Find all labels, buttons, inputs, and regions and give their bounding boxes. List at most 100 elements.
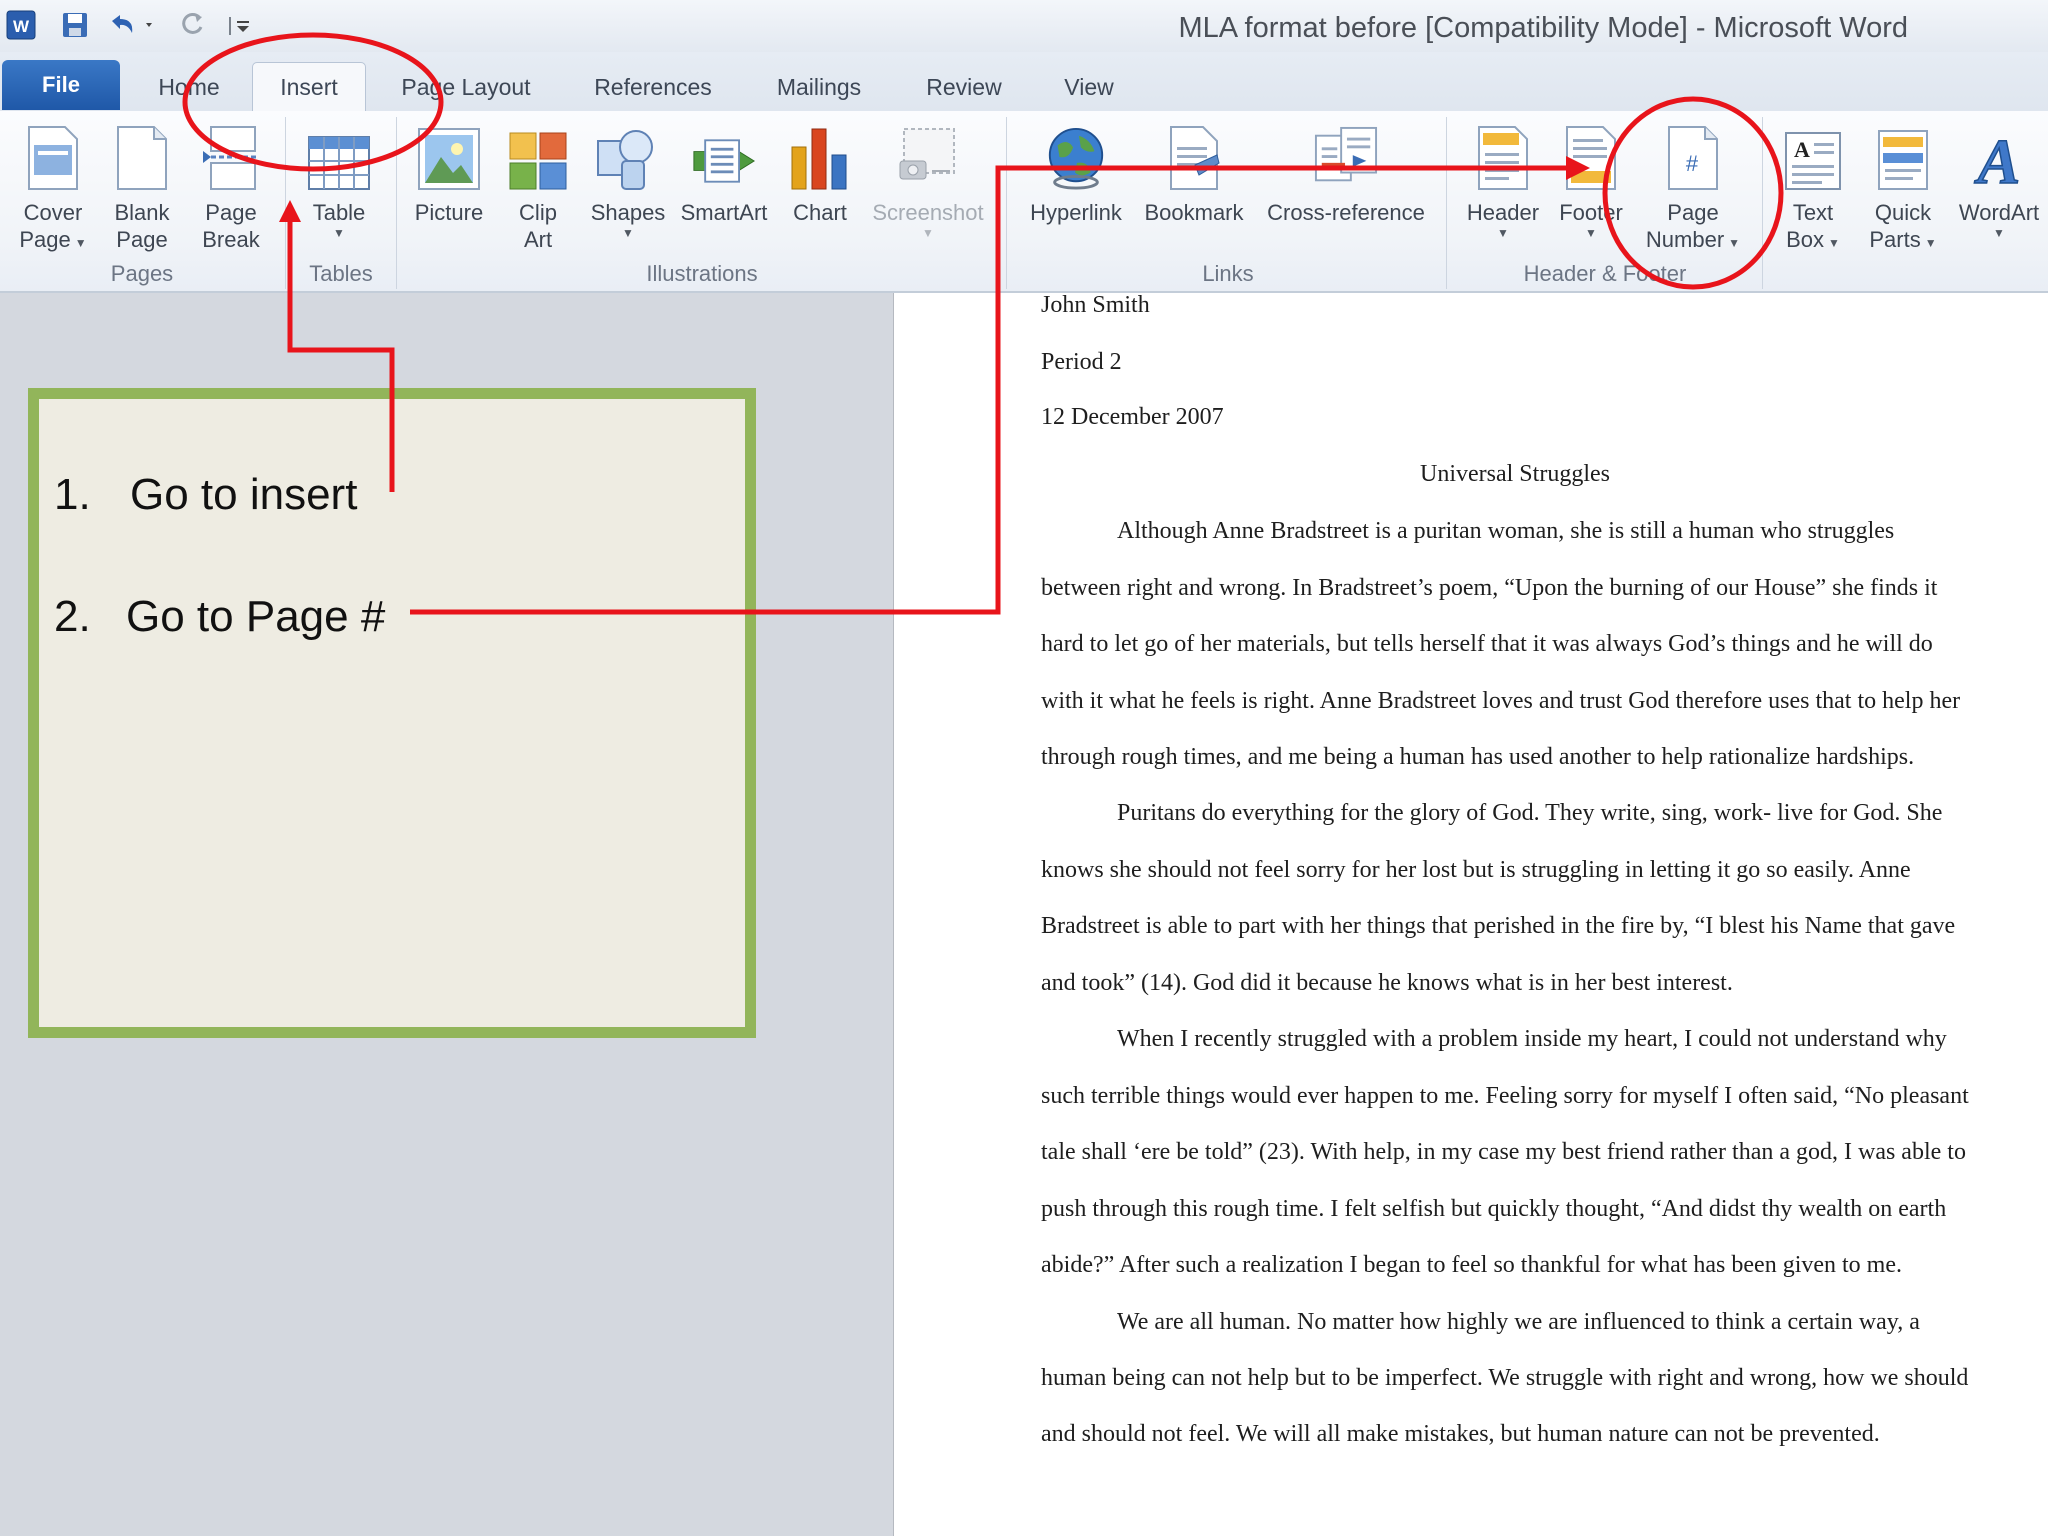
doc-date[interactable]: 12 December 2007 xyxy=(1041,404,1224,431)
picture-icon xyxy=(417,119,481,191)
smartart-button[interactable]: SmartArt xyxy=(674,119,774,226)
chevron-down-icon: ▼ xyxy=(1828,236,1840,250)
bar-chart-icon xyxy=(788,119,852,191)
step-text: Go to insert xyxy=(130,470,358,519)
blank-page-button[interactable]: Blank Page xyxy=(104,119,180,253)
table-icon xyxy=(307,119,371,191)
page-break-label: Page xyxy=(205,200,257,225)
chevron-down-icon: ▼ xyxy=(622,226,634,240)
cross-reference-button[interactable]: Cross-reference xyxy=(1258,119,1434,226)
tab-file[interactable]: File xyxy=(2,60,120,110)
group-separator xyxy=(1762,117,1763,289)
group-label-illustrations: Illustrations xyxy=(646,261,758,286)
tab-mailings[interactable]: Mailings xyxy=(762,62,876,112)
quick-parts-label: Quick xyxy=(1874,200,1932,225)
doc-paragraph-line[interactable]: and took” (14). God did it because he kn… xyxy=(1041,970,1733,997)
doc-paragraph-line[interactable]: Although Anne Bradstreet is a puritan wo… xyxy=(1117,518,1894,545)
page-number-label-2: Number xyxy=(1645,227,1725,252)
clip-art-label: Clip xyxy=(519,200,557,225)
shapes-button[interactable]: Shapes ▼ xyxy=(586,119,670,240)
title-bar: W MLA format before [Compatibility Mode]… xyxy=(0,0,2048,52)
chart-button[interactable]: Chart xyxy=(780,119,860,226)
tab-references[interactable]: References xyxy=(580,62,726,112)
page-break-button[interactable]: Page Break xyxy=(192,119,270,253)
cover-page-button[interactable]: Cover Page ▼ xyxy=(10,119,96,257)
doc-author[interactable]: John Smith xyxy=(1041,292,1150,319)
redo-icon[interactable] xyxy=(176,8,210,42)
doc-paragraph-line[interactable]: with it what he feels is right. Anne Bra… xyxy=(1041,688,1960,715)
doc-paragraph-line[interactable]: human being can not help but to be imper… xyxy=(1041,1365,1968,1392)
tab-insert[interactable]: Insert xyxy=(252,62,366,112)
page-number-button[interactable]: # Page Number ▼ xyxy=(1634,119,1752,257)
blank-page-label: Blank xyxy=(114,200,170,225)
doc-paragraph-line[interactable]: hard to let go of her materials, but tel… xyxy=(1041,631,1933,658)
picture-button[interactable]: Picture xyxy=(404,119,494,226)
screenshot-icon xyxy=(896,119,960,191)
text-box-label: Text xyxy=(1792,200,1834,225)
header-button[interactable]: Header ▼ xyxy=(1456,119,1550,240)
doc-paragraph-line[interactable]: push through this rough time. I felt sel… xyxy=(1041,1196,1946,1223)
tab-view[interactable]: View xyxy=(1050,62,1128,112)
doc-title[interactable]: Universal Struggles xyxy=(1420,461,1610,488)
clip-art-icon xyxy=(506,119,570,191)
tab-review[interactable]: Review xyxy=(912,62,1016,112)
doc-paragraph-line[interactable]: We are all human. No matter how highly w… xyxy=(1117,1309,1920,1336)
table-button[interactable]: Table ▼ xyxy=(298,119,380,240)
doc-paragraph-line[interactable]: Bradstreet is able to part with her thin… xyxy=(1041,913,1955,940)
ribbon-insert: Cover Page ▼ Blank Page Page Break Pages Tab… xyxy=(0,111,2048,293)
svg-text:A: A xyxy=(1794,137,1810,162)
doc-paragraph-line[interactable]: When I recently struggled with a problem… xyxy=(1117,1026,1947,1053)
footer-label: Footer xyxy=(1559,200,1623,225)
chevron-down-icon: ▼ xyxy=(333,226,345,240)
hyperlink-button[interactable]: Hyperlink xyxy=(1016,119,1136,226)
smartart-label: SmartArt xyxy=(680,200,768,225)
text-box-label-2: Box xyxy=(1786,227,1825,252)
clip-art-label-2: Art xyxy=(523,227,553,252)
tab-page-layout[interactable]: Page Layout xyxy=(388,62,544,112)
footer-icon xyxy=(1559,119,1623,191)
bookmark-button[interactable]: Bookmark xyxy=(1138,119,1250,226)
text-box-button[interactable]: A Text Box ▼ xyxy=(1776,119,1850,257)
group-separator xyxy=(1446,117,1447,289)
shapes-icon xyxy=(596,119,660,191)
doc-paragraph-line[interactable]: Puritans do everything for the glory of … xyxy=(1117,800,1942,827)
doc-paragraph-line[interactable]: such terrible things would ever happen t… xyxy=(1041,1083,1969,1110)
tab-home[interactable]: Home xyxy=(140,62,238,112)
chevron-down-icon: ▼ xyxy=(1924,236,1937,250)
doc-paragraph-line[interactable]: and should not feel. We will all make mi… xyxy=(1041,1421,1880,1448)
cover-page-icon xyxy=(21,119,85,191)
step-number: 2. xyxy=(54,592,91,641)
quick-parts-button[interactable]: Quick Parts ▼ xyxy=(1860,119,1946,257)
doc-paragraph-line[interactable]: through rough times, and me being a huma… xyxy=(1041,744,1914,771)
group-separator xyxy=(1006,117,1007,289)
wordart-label: WordArt xyxy=(1958,200,2040,225)
group-label-tables: Tables xyxy=(309,261,373,286)
save-icon[interactable] xyxy=(58,8,92,42)
screenshot-button[interactable]: Screenshot ▼ xyxy=(868,119,988,240)
quick-parts-icon xyxy=(1871,119,1935,191)
svg-text:A: A xyxy=(1974,129,2021,191)
chevron-down-icon: ▼ xyxy=(1585,226,1597,240)
chevron-down-icon: ▼ xyxy=(1993,226,2005,240)
svg-text:#: # xyxy=(1686,151,1699,176)
doc-paragraph-line[interactable]: between right and wrong. In Bradstreet’s… xyxy=(1041,575,1937,602)
smartart-icon xyxy=(692,119,756,191)
undo-icon[interactable] xyxy=(104,8,162,42)
quick-parts-label-2: Parts xyxy=(1869,227,1921,252)
footer-button[interactable]: Footer ▼ xyxy=(1548,119,1634,240)
doc-paragraph-line[interactable]: knows she should not feel sorry for her … xyxy=(1041,857,1911,884)
wordart-button[interactable]: A WordArt ▼ xyxy=(1950,119,2048,240)
page-number-label: Page xyxy=(1667,200,1719,225)
doc-paragraph-line[interactable]: tale shall ‘ere be told” (23). With help… xyxy=(1041,1139,1966,1166)
doc-period[interactable]: Period 2 xyxy=(1041,349,1122,376)
customize-qat-icon[interactable] xyxy=(224,8,254,42)
doc-paragraph-line[interactable]: abide?” After such a realization I began… xyxy=(1041,1252,1902,1279)
bookmark-label: Bookmark xyxy=(1144,200,1244,225)
ribbon-tabs: File Home Insert Page Layout References … xyxy=(0,52,2048,112)
group-label-pages: Pages xyxy=(110,261,174,286)
word-icon[interactable]: W xyxy=(4,8,38,42)
page-number-icon: # xyxy=(1661,119,1725,191)
chevron-down-icon: ▼ xyxy=(1728,236,1741,250)
clip-art-button[interactable]: Clip Art xyxy=(498,119,578,253)
chart-label: Chart xyxy=(793,200,847,225)
